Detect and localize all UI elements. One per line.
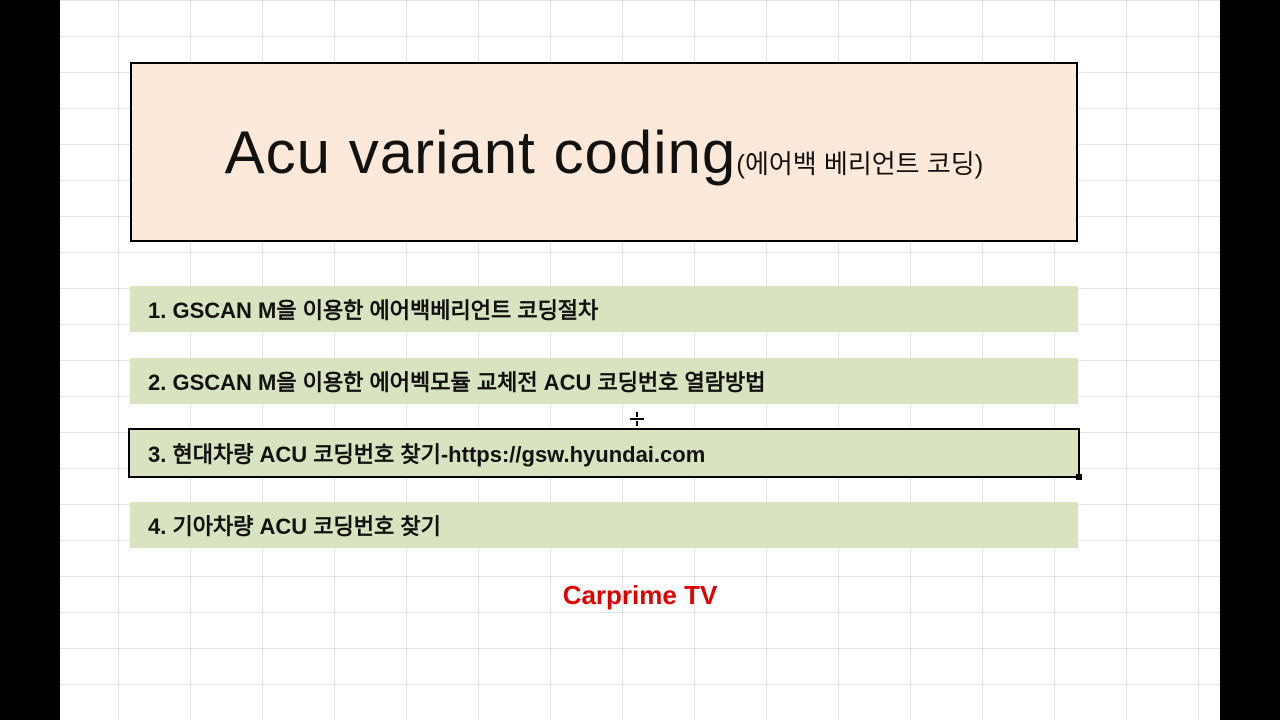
- list-item[interactable]: 4. 기아차량 ACU 코딩번호 찾기: [130, 502, 1078, 548]
- title-sub: (에어백 베리언트 코딩): [736, 149, 983, 179]
- list-item-label: 4. 기아차량 ACU 코딩번호 찾기: [148, 509, 441, 541]
- list-item-label: 1. GSCAN M을 이용한 에어백베리언트 코딩절차: [148, 293, 598, 325]
- pillarbox-right: [1220, 0, 1280, 720]
- list-item-label: 3. 현대차량 ACU 코딩번호 찾기-https://gsw.hyundai.…: [148, 437, 705, 469]
- list-item-label: 2. GSCAN M을 이용한 에어벡모듈 교체전 ACU 코딩번호 열람방법: [148, 365, 766, 397]
- pillarbox-left: [0, 0, 60, 720]
- list-item[interactable]: 3. 현대차량 ACU 코딩번호 찾기-https://gsw.hyundai.…: [130, 430, 1078, 476]
- list-item[interactable]: 1. GSCAN M을 이용한 에어백베리언트 코딩절차: [130, 286, 1078, 332]
- title-text: Acu variant coding(에어백 베리언트 코딩): [225, 118, 984, 187]
- title-main: Acu variant coding: [225, 119, 737, 186]
- footer-brand: Carprime TV: [60, 580, 1220, 611]
- spreadsheet-area[interactable]: Acu variant coding(에어백 베리언트 코딩) 1. GSCAN…: [60, 0, 1220, 720]
- title-box: Acu variant coding(에어백 베리언트 코딩): [130, 62, 1078, 242]
- stage: Acu variant coding(에어백 베리언트 코딩) 1. GSCAN…: [0, 0, 1280, 720]
- list-item[interactable]: 2. GSCAN M을 이용한 에어벡모듈 교체전 ACU 코딩번호 열람방법: [130, 358, 1078, 404]
